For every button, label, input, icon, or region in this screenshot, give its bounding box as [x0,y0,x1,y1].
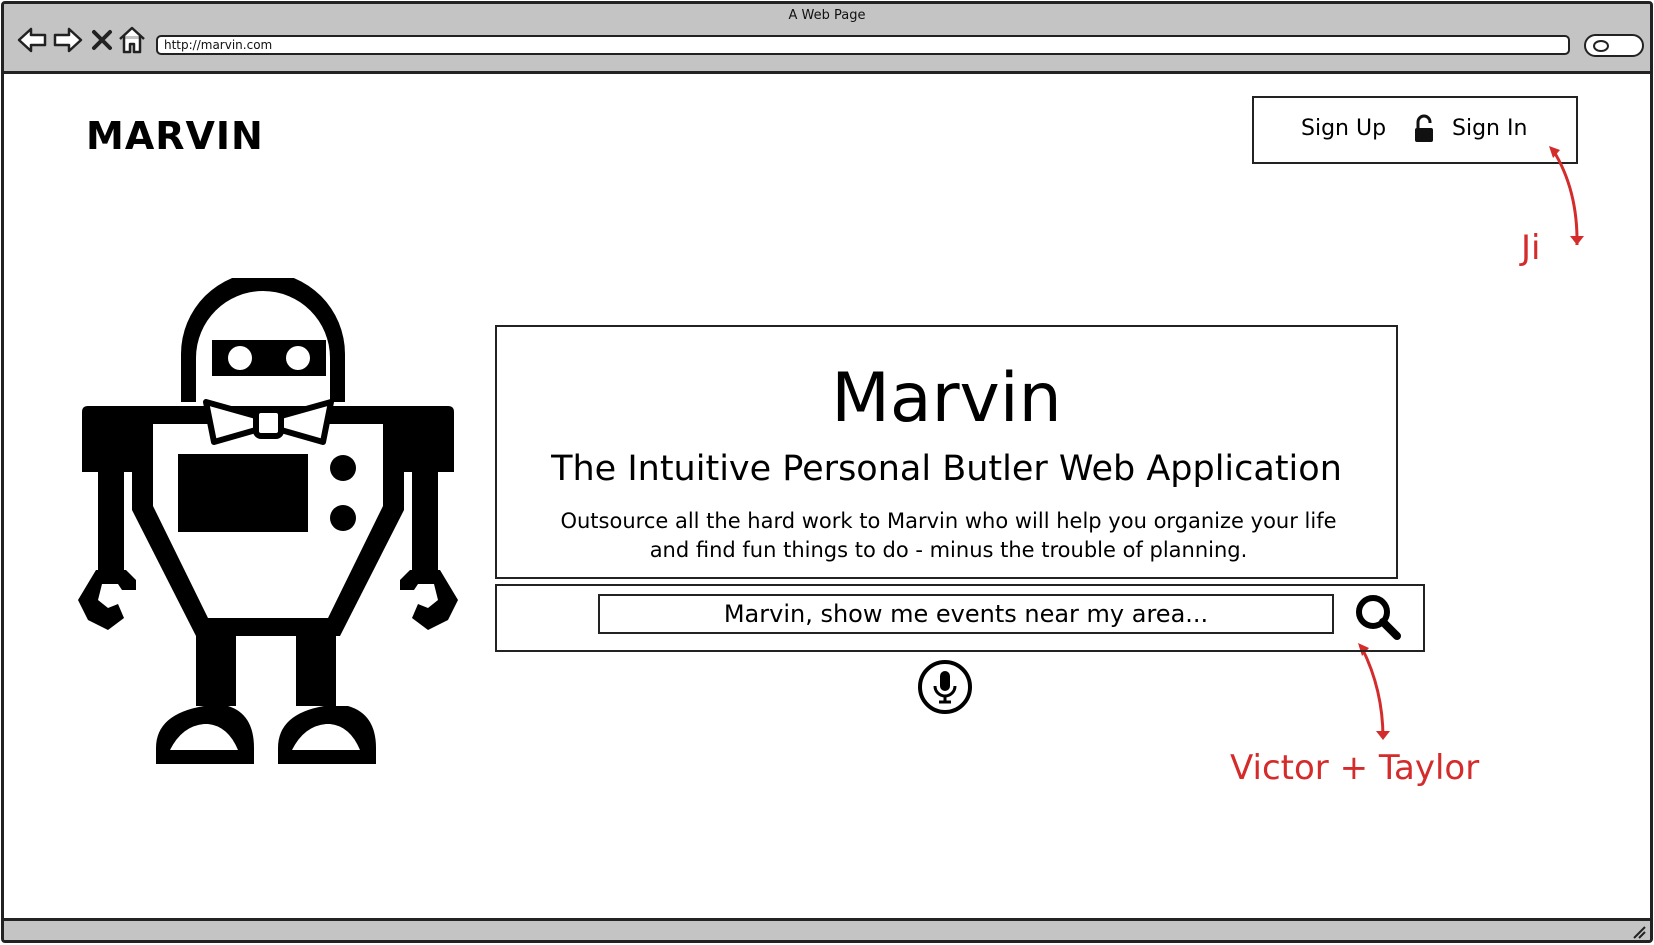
browser-statusbar [4,918,1650,940]
brand-logo[interactable]: MARVIN [86,114,264,158]
unlocked-padlock-icon [1415,114,1433,142]
annotation-search-owner: Victor + Taylor [1230,748,1480,788]
window-title: A Web Page [788,8,866,23]
microphone-icon[interactable] [917,659,973,715]
butler-robot-illustration [78,278,458,764]
hero-description: Outsource all the hard work to Marvin wh… [560,509,1337,562]
resize-grip-icon[interactable] [1630,923,1646,939]
browser-search-field[interactable] [1584,34,1644,57]
search-bar [495,584,1425,652]
forward-arrow-icon[interactable] [52,24,84,56]
hero-panel: Marvin The Intuitive Personal Butler Web… [495,325,1398,579]
sign-in-link[interactable]: Sign In [1452,116,1527,141]
search-icon [1593,40,1609,52]
magnifier-icon[interactable] [1353,592,1403,642]
url-bar[interactable]: http://marvin.com [156,35,1570,55]
browser-titlebar: A Web Page http://marvin.com [4,4,1650,74]
back-arrow-icon[interactable] [16,24,48,56]
annotation-sign-in-owner: Ji [1521,228,1541,268]
auth-nav: Sign Up Sign In [1252,96,1578,164]
hero-subtitle: The Intuitive Personal Butler Web Applic… [551,449,1342,489]
stop-icon[interactable] [90,24,114,56]
hero-title: Marvin [831,359,1062,438]
home-icon[interactable] [116,24,148,56]
search-input[interactable] [598,594,1334,634]
sign-up-link[interactable]: Sign Up [1301,116,1386,141]
